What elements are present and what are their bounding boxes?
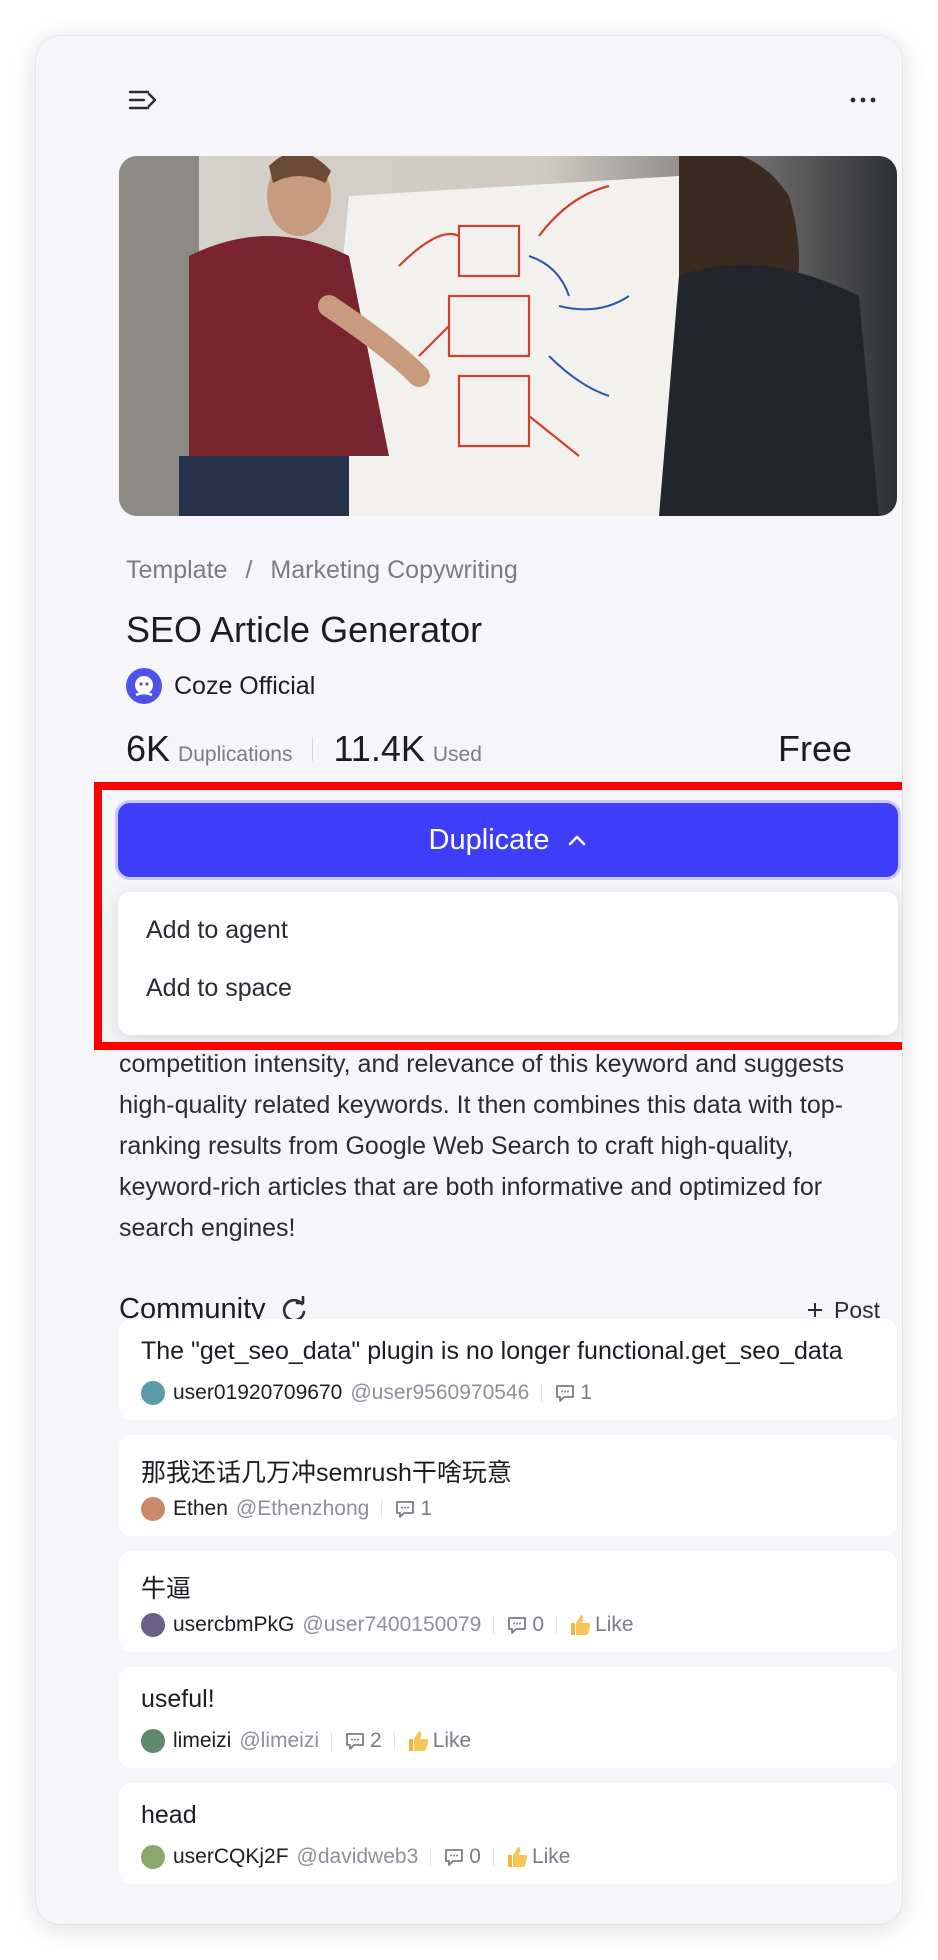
user-avatar: [141, 1497, 165, 1521]
comment-icon: [445, 1849, 464, 1866]
post-username[interactable]: user01920709670: [173, 1381, 342, 1405]
stats-divider: [312, 737, 314, 761]
meta-divider: [331, 1732, 332, 1750]
post-username[interactable]: limeizi: [173, 1729, 231, 1753]
comment-count[interactable]: 2: [344, 1729, 382, 1753]
post-handle: @davidweb3: [296, 1845, 419, 1868]
post-handle: @Ethenzhong: [235, 1497, 370, 1520]
post-meta: Ethen @Ethenzhong 1: [141, 1497, 432, 1521]
comment-count[interactable]: 1: [554, 1381, 592, 1405]
page-title: SEO Article Generator: [126, 609, 483, 650]
thumbs-up-icon: [571, 1615, 591, 1635]
price-label: Free: [777, 728, 852, 769]
coze-logo-avatar: [126, 668, 162, 704]
like-button[interactable]: Like: [407, 1729, 471, 1753]
post-handle: @limeizi: [239, 1729, 319, 1752]
comment-icon: [396, 1501, 415, 1518]
duplications-label: Duplications: [178, 743, 293, 766]
sidebar-toggle-button[interactable]: [128, 88, 168, 122]
thumbs-up-icon: [408, 1731, 429, 1751]
author-name: Coze Official: [174, 671, 316, 700]
template-cover-image: [119, 156, 897, 516]
more-icon: [850, 97, 876, 103]
post-text: 牛逼: [141, 1575, 192, 1603]
like-button[interactable]: Like: [569, 1613, 634, 1637]
comment-icon: [508, 1617, 527, 1634]
community-post[interactable]: The "get_seo_data" plugin is no longer f…: [119, 1319, 897, 1420]
comment-count[interactable]: 0: [443, 1845, 481, 1869]
template-stats: 6K Duplications 11.4K Used: [126, 728, 482, 770]
meta-divider: [541, 1384, 543, 1402]
post-username[interactable]: userCQKj2F: [173, 1845, 289, 1869]
menu-toggle-icon: [128, 90, 157, 110]
community-post[interactable]: useful! limeizi @limeizi 2 Like: [119, 1667, 897, 1768]
like-button[interactable]: Like: [506, 1845, 570, 1869]
meta-divider: [430, 1848, 432, 1866]
comment-count[interactable]: 0: [506, 1613, 544, 1637]
breadcrumb: Template / Marketing Copywriting: [126, 556, 518, 585]
template-description: competition intensity, and relevance of …: [119, 1050, 844, 1242]
post-text: 那我还话几万冲semrush干啥玩意: [141, 1459, 512, 1487]
post-username[interactable]: Ethen: [173, 1497, 228, 1521]
breadcrumb-category-link[interactable]: Marketing Copywriting: [270, 556, 517, 585]
meta-divider: [381, 1500, 383, 1518]
duplications-count: 6K: [126, 728, 171, 769]
post-handle: @user9560970546: [350, 1381, 530, 1404]
community-post[interactable]: 那我还话几万冲semrush干啥玩意 Ethen @Ethenzhong 1: [119, 1435, 897, 1536]
post-meta: usercbmPkG @user7400150079 0 Like: [141, 1613, 634, 1637]
post-username[interactable]: usercbmPkG: [173, 1613, 294, 1637]
app-window: Template / Marketing Copywriting SEO Art…: [36, 36, 902, 1924]
user-avatar: [141, 1613, 165, 1637]
thumbs-up-icon: [507, 1847, 528, 1867]
used-label: Used: [432, 743, 482, 766]
more-options-button[interactable]: [848, 88, 888, 122]
post-text: useful!: [141, 1685, 215, 1713]
post-meta: user01920709670 @user9560970546 1: [141, 1381, 592, 1405]
post-meta: userCQKj2F @davidweb3 0 Like: [141, 1845, 570, 1869]
meta-divider: [393, 1732, 395, 1750]
meta-divider: [492, 1848, 494, 1866]
user-avatar: [141, 1381, 165, 1405]
post-meta: limeizi @limeizi 2 Like: [141, 1729, 471, 1753]
meta-divider: [493, 1616, 495, 1634]
post-handle: @user7400150079: [302, 1613, 482, 1636]
author-info[interactable]: Coze Official: [126, 668, 315, 704]
user-avatar: [141, 1729, 165, 1753]
post-text: head: [141, 1801, 197, 1829]
comment-icon: [556, 1385, 575, 1402]
used-count: 11.4K: [333, 728, 425, 769]
plus-icon: [808, 1303, 822, 1317]
post-text: The "get_seo_data" plugin is no longer f…: [141, 1337, 843, 1365]
breadcrumb-template-link[interactable]: Template: [126, 556, 227, 585]
comment-icon: [346, 1733, 364, 1750]
comment-count[interactable]: 1: [394, 1497, 432, 1521]
user-avatar: [141, 1845, 165, 1869]
breadcrumb-separator: /: [245, 556, 253, 584]
community-post[interactable]: head userCQKj2F @davidweb3 0 Like: [119, 1783, 897, 1884]
highlight-annotation-box: [94, 782, 902, 1050]
meta-divider: [556, 1616, 558, 1634]
community-post[interactable]: 牛逼 usercbmPkG @user7400150079 0 Like: [119, 1551, 897, 1652]
